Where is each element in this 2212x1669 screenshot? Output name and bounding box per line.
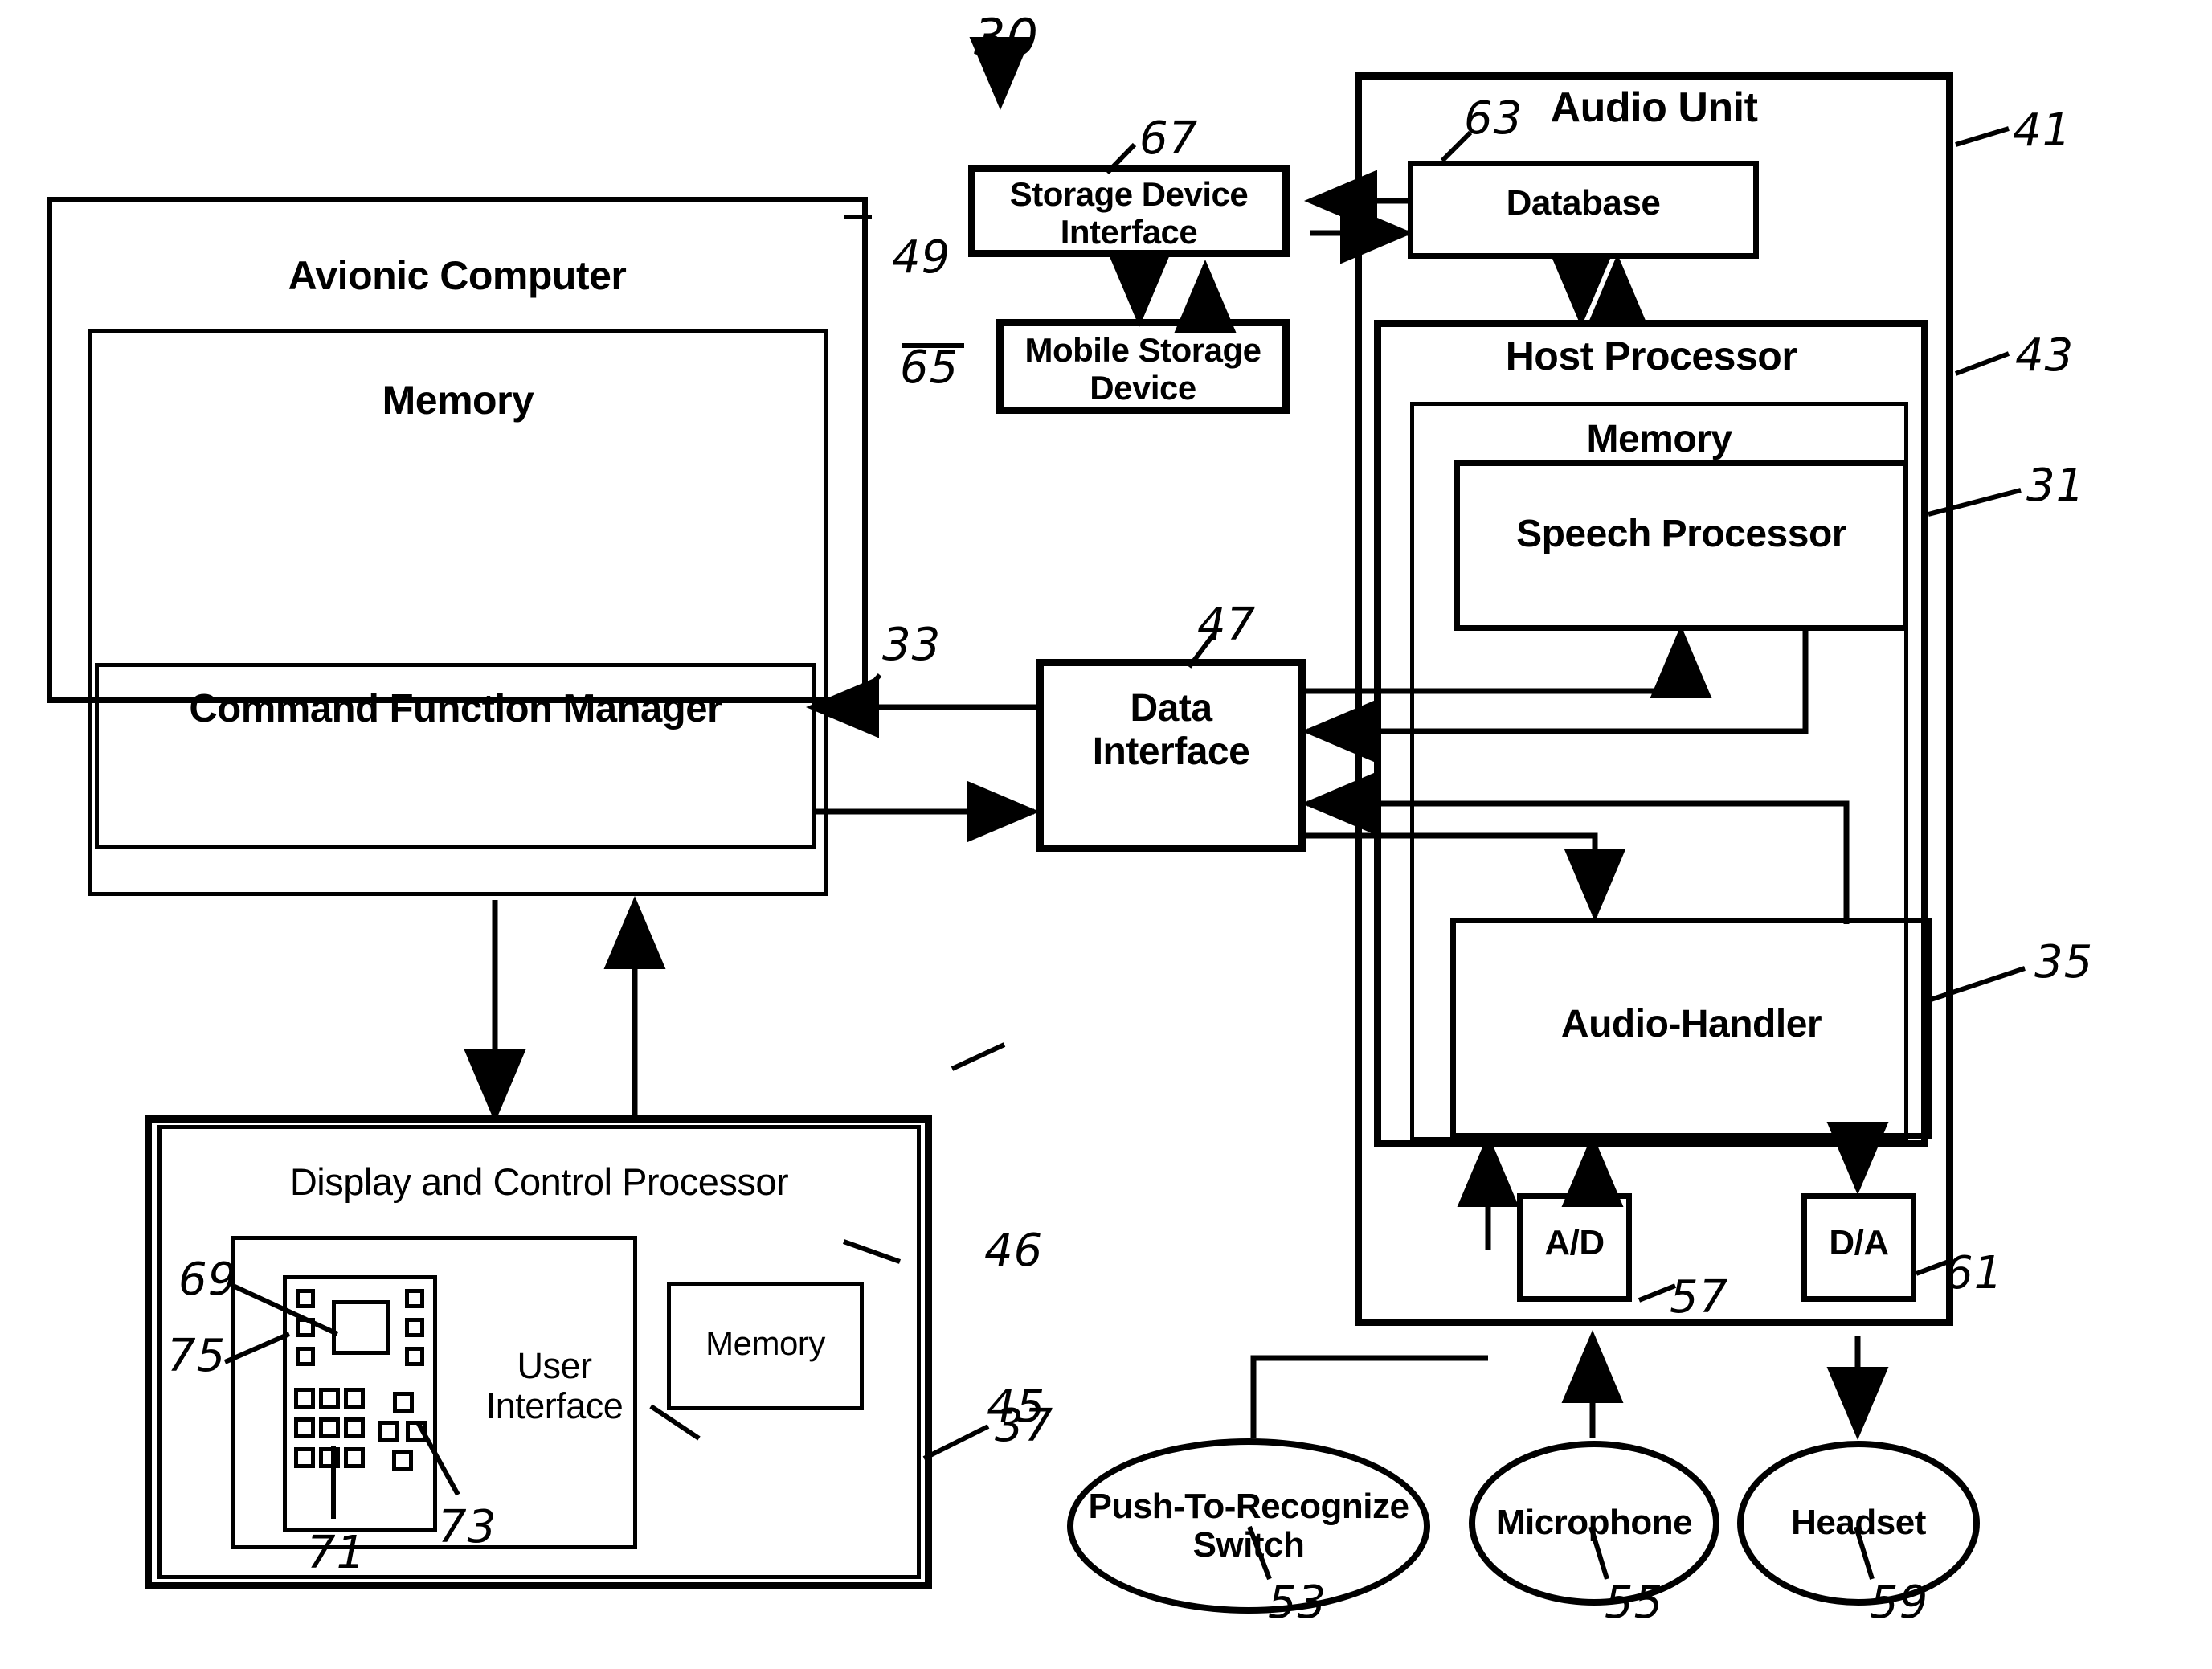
ref-30: 30 bbox=[974, 8, 1039, 67]
microphone-label: Microphone bbox=[1495, 1503, 1693, 1543]
softkey-left-2[interactable] bbox=[296, 1318, 315, 1337]
ref-53: 53 bbox=[1268, 1577, 1327, 1629]
patent-figure-canvas: Avionic Computer 49 Memory Command Funct… bbox=[0, 0, 2212, 1669]
ref-37: 37 bbox=[995, 1400, 1054, 1452]
host-memory-label: Memory bbox=[1586, 418, 1732, 460]
database-label: Database bbox=[1506, 183, 1661, 223]
keypad-key[interactable] bbox=[294, 1447, 315, 1468]
data-interface-label: Data Interface bbox=[1092, 687, 1250, 773]
ref-31: 31 bbox=[2026, 460, 2086, 512]
ref-55: 55 bbox=[1605, 1577, 1664, 1629]
nav-key-up[interactable] bbox=[393, 1392, 414, 1413]
nav-key-down[interactable] bbox=[392, 1450, 413, 1471]
speech-processor-label: Speech Processor bbox=[1516, 513, 1846, 555]
ref-57: 57 bbox=[1670, 1271, 1729, 1323]
softkey-right-3[interactable] bbox=[405, 1347, 424, 1366]
display-screen-block bbox=[332, 1300, 390, 1355]
nav-key-right[interactable] bbox=[406, 1421, 427, 1442]
ref-59: 59 bbox=[1870, 1577, 1929, 1629]
ref-49: 49 bbox=[892, 231, 951, 284]
user-interface-label: User Interface bbox=[485, 1345, 624, 1427]
command-function-manager-label: Command Function Manager bbox=[189, 687, 722, 730]
keypad-key[interactable] bbox=[294, 1388, 315, 1409]
ref-41: 41 bbox=[2013, 104, 2072, 157]
keypad-key[interactable] bbox=[344, 1447, 365, 1468]
softkey-right-1[interactable] bbox=[405, 1289, 424, 1308]
push-to-recognize-switch[interactable]: Push-To-Recognize Switch bbox=[1067, 1438, 1430, 1614]
keypad-key[interactable] bbox=[319, 1417, 340, 1438]
audio-handler-label: Audio-Handler bbox=[1560, 1003, 1822, 1045]
keypad-key[interactable] bbox=[344, 1388, 365, 1409]
microphone[interactable]: Microphone bbox=[1469, 1441, 1719, 1606]
keypad-key[interactable] bbox=[344, 1417, 365, 1438]
ref-46: 46 bbox=[984, 1225, 1044, 1277]
ref-61: 61 bbox=[1944, 1247, 2004, 1299]
ref-47: 47 bbox=[1197, 599, 1257, 651]
softkey-right-2[interactable] bbox=[405, 1318, 424, 1337]
nav-key-left[interactable] bbox=[378, 1421, 399, 1442]
storage-device-interface-label: Storage Device Interface bbox=[1009, 175, 1249, 252]
avionic-computer-label: Avionic Computer bbox=[288, 253, 627, 298]
headset[interactable]: Headset bbox=[1737, 1441, 1980, 1606]
da-converter-label: D/A bbox=[1829, 1223, 1889, 1262]
push-to-recognize-switch-label: Push-To-Recognize Switch bbox=[1088, 1486, 1409, 1565]
ref-69: 69 bbox=[178, 1254, 238, 1306]
display-control-processor-label: Display and Control Processor bbox=[289, 1160, 789, 1203]
host-processor-label: Host Processor bbox=[1505, 333, 1797, 378]
ref-71: 71 bbox=[307, 1527, 366, 1579]
headset-label: Headset bbox=[1791, 1503, 1926, 1543]
keypad-key[interactable] bbox=[319, 1388, 340, 1409]
mobile-storage-device-label: Mobile Storage Device bbox=[1024, 331, 1261, 407]
ref-75: 75 bbox=[167, 1330, 227, 1382]
ref-35: 35 bbox=[2034, 936, 2094, 988]
ref-73: 73 bbox=[438, 1501, 497, 1553]
keypad-key[interactable] bbox=[319, 1447, 340, 1468]
ad-converter-label: A/D bbox=[1544, 1223, 1605, 1262]
ref-43: 43 bbox=[2015, 329, 2075, 382]
audio-unit-label: Audio Unit bbox=[1550, 84, 1758, 131]
avionic-memory-label: Memory bbox=[382, 378, 534, 423]
ref-65: 65 bbox=[900, 342, 959, 394]
softkey-left-1[interactable] bbox=[296, 1289, 315, 1308]
ref-33: 33 bbox=[882, 619, 942, 671]
dcp-memory-label: Memory bbox=[705, 1324, 825, 1362]
ref-67: 67 bbox=[1139, 112, 1199, 165]
softkey-left-3[interactable] bbox=[296, 1347, 315, 1366]
keypad-key[interactable] bbox=[294, 1417, 315, 1438]
ref-63: 63 bbox=[1464, 92, 1523, 145]
